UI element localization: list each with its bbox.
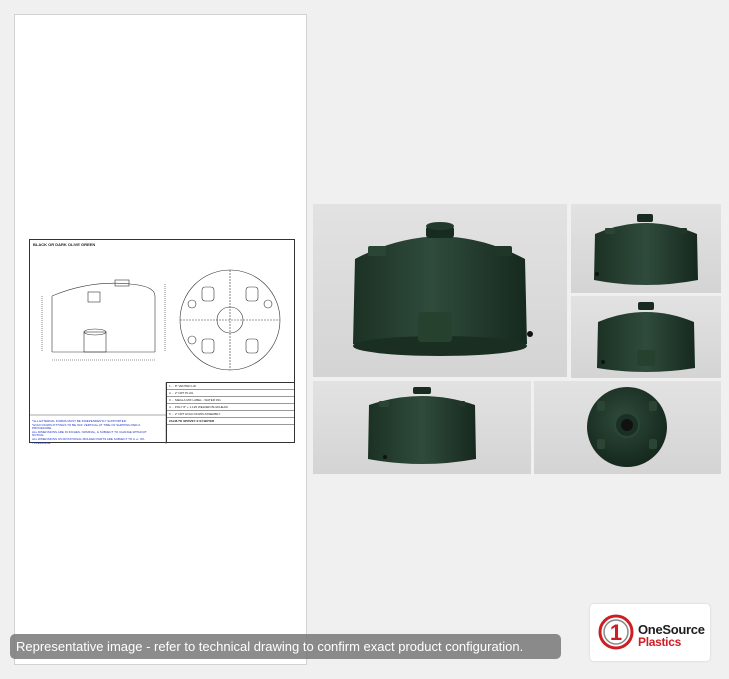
onesource-plastics-logo[interactable]: 1 OneSource Plastics: [590, 604, 710, 661]
logo-numeral: 1: [610, 620, 622, 645]
title-block-row: 2 ... 2" NPT PLUG: [167, 390, 294, 397]
tank-photo-top-right[interactable]: [571, 204, 721, 293]
tank-image: [597, 302, 695, 372]
technical-drawing-sheet: BLACK OR DARK OLIVE GREEN *ALL EXTERNAL …: [29, 239, 295, 445]
logo-text-plastics: Plastics: [638, 635, 681, 649]
tank-photo-bottom-left[interactable]: [313, 381, 531, 474]
disclaimer-caption: Representative image - refer to technica…: [10, 634, 561, 659]
title-block-title: 2ALM-TK 3255VEY-X 64 WATER: [167, 418, 294, 425]
tank-image: [353, 222, 533, 356]
drawing-title-block: 1 ... 8" VENTED LID 2 ... 2" NPT PLUG 3 …: [166, 382, 294, 442]
drawing-color-note: BLACK OR DARK OLIVE GREEN: [33, 242, 96, 247]
tank-image: [587, 387, 667, 467]
tank-image: [594, 214, 698, 285]
title-block-row: 1 ... 8" VENTED LID: [167, 383, 294, 390]
drawing-blue-notes: *ALL EXTERNAL FORMS MUST BE INDEPENDENTL…: [32, 419, 152, 445]
title-block-row: 4 ... POLY 8" + 1.125 WELDED BULKHEAD: [167, 404, 294, 411]
tank-photo-middle-right[interactable]: [571, 296, 721, 378]
title-block-row: 3 ... SIEGLA MIX LABEL - WATER 031: [167, 397, 294, 404]
tank-image: [368, 387, 476, 464]
tank-photo-main[interactable]: [313, 204, 567, 377]
technical-drawing-panel[interactable]: BLACK OR DARK OLIVE GREEN *ALL EXTERNAL …: [14, 14, 307, 665]
title-block-row: 5 ... 2" NPT HOLD DOWN ASSEMBLY: [167, 411, 294, 418]
logo-numeral-icon: 1: [598, 614, 634, 650]
tank-photo-bottom-right[interactable]: [534, 381, 721, 474]
blue-note-line: ALL DIMENSIONS ON ROTATIONAL MOLDED PART…: [32, 436, 145, 445]
